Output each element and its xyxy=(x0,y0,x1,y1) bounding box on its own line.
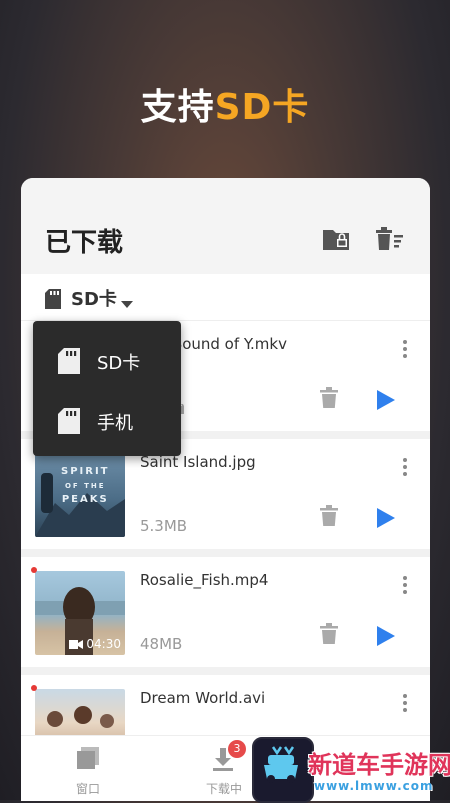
play-icon[interactable] xyxy=(376,507,396,533)
nav-label: 窗口 xyxy=(75,782,100,796)
sd-card-icon xyxy=(57,407,81,439)
more-options-icon[interactable] xyxy=(402,575,408,599)
storage-dropdown-menu: SD卡 手机 xyxy=(33,321,181,456)
divider xyxy=(21,549,430,557)
site-watermark: 新道车手游网 www.lmww.com xyxy=(250,737,450,803)
more-options-icon[interactable] xyxy=(402,339,408,363)
video-duration: 04:30 xyxy=(69,637,121,651)
nav-item-window[interactable]: 窗口 xyxy=(48,736,128,801)
page-title: 已下载 xyxy=(45,228,124,258)
file-thumbnail: 04:30 xyxy=(35,571,125,655)
delete-icon[interactable] xyxy=(319,505,339,531)
filter-label: SD卡 xyxy=(71,289,117,310)
window-icon xyxy=(76,746,100,774)
menu-item-sd-card[interactable]: SD卡 xyxy=(33,331,181,391)
storage-filter[interactable]: SD卡 xyxy=(21,274,430,321)
delete-list-icon[interactable] xyxy=(373,224,405,254)
divider xyxy=(21,667,430,675)
list-item[interactable]: 04:30 Rosalie_Fish.mp4 48MB xyxy=(21,557,430,667)
watermark-url: www.lmww.com xyxy=(314,779,434,793)
play-icon[interactable] xyxy=(376,389,396,415)
promo-prefix: 支持 xyxy=(140,87,215,128)
file-name: Dream World.avi xyxy=(140,689,266,707)
file-name: Rosalie_Fish.mp4 xyxy=(140,571,269,589)
more-options-icon[interactable] xyxy=(402,693,408,717)
folder-lock-icon[interactable] xyxy=(321,224,353,254)
file-size: 5.3MB xyxy=(140,517,188,535)
more-options-icon[interactable] xyxy=(402,457,408,481)
play-icon[interactable] xyxy=(376,625,396,651)
delete-icon[interactable] xyxy=(319,387,339,413)
downloads-card: 已下载 SD卡 The Sound of Y.mkv MB S xyxy=(21,178,430,800)
menu-item-label: SD卡 xyxy=(97,353,141,374)
sd-card-icon xyxy=(43,288,63,314)
watermark-logo xyxy=(252,737,314,803)
promo-headline: 支持SD卡 xyxy=(0,78,450,130)
menu-item-label: 手机 xyxy=(97,413,133,434)
file-size: 48MB xyxy=(140,635,183,653)
chevron-down-icon xyxy=(121,294,133,313)
file-thumbnail: SPIRIT OF THE PEAKS xyxy=(35,453,125,537)
delete-icon[interactable] xyxy=(319,623,339,649)
new-indicator-dot xyxy=(31,685,37,691)
card-header: 已下载 xyxy=(21,178,430,274)
promo-accent: SD卡 xyxy=(214,87,310,128)
new-indicator-dot xyxy=(31,567,37,573)
sd-card-icon xyxy=(57,347,81,379)
menu-item-phone[interactable]: 手机 xyxy=(33,391,181,451)
download-count-badge: 3 xyxy=(228,740,246,758)
watermark-text: 新道车手游网 xyxy=(308,751,450,779)
